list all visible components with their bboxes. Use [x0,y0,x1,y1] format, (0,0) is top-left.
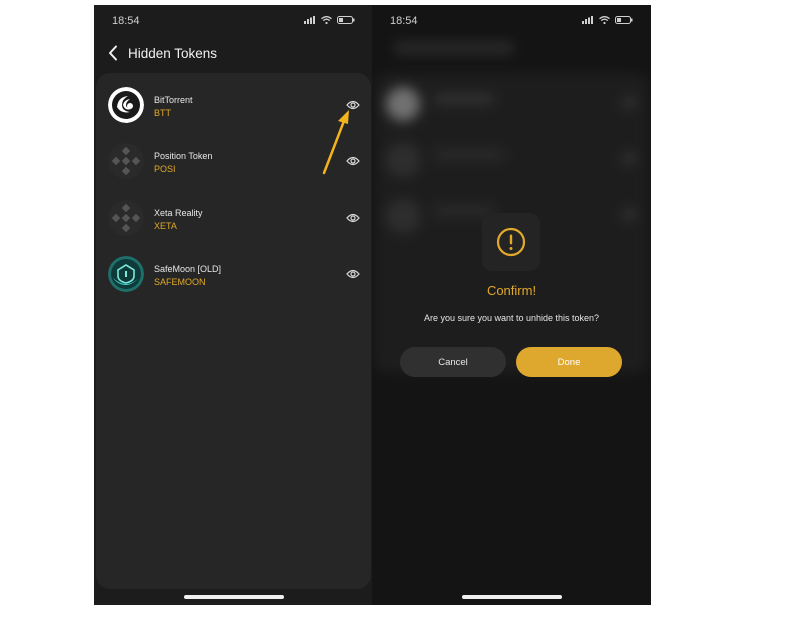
eye-icon[interactable] [346,99,360,111]
dialog-title: Confirm! [486,283,537,298]
home-indicator [184,595,284,599]
confirm-unhide-screen: 18:54 Confirm! Are you sure you want to … [372,5,651,605]
nav-header: Hidden Tokens [108,41,217,65]
token-symbol: SAFEMOON [154,277,206,287]
status-bar: 18:54 [112,15,355,29]
back-chevron-icon[interactable] [108,45,118,61]
binance-logo [108,143,144,179]
battery-icon [337,16,355,24]
token-symbol: POSI [154,164,176,174]
token-name: Xeta Reality [154,208,203,218]
token-row[interactable]: SafeMoon [OLD] SAFEMOON [96,249,371,299]
token-row[interactable]: BitTorrent BTT [96,80,371,130]
page-title: Hidden Tokens [128,45,218,61]
wifi-icon [321,16,332,24]
warning-tile [482,213,540,271]
token-name: SafeMoon [OLD] [154,264,222,274]
hidden-tokens-screen: 18:54 Hidden Tokens BitTorrent BTT Posit… [94,5,373,605]
eye-icon[interactable] [346,268,360,280]
done-button[interactable]: Done [516,347,622,377]
token-row[interactable]: Position Token POSI [96,136,371,186]
bittorrent-logo [108,87,144,123]
status-time: 18:54 [112,15,140,27]
token-symbol: XETA [154,221,177,231]
binance-logo [108,200,144,236]
cancel-button[interactable]: Cancel [400,347,506,377]
blurred-background [372,5,651,605]
token-name: Position Token [154,151,213,161]
dialog-message: Are you sure you want to unhide this tok… [423,313,600,323]
eye-icon[interactable] [346,155,360,167]
token-symbol: BTT [154,108,171,118]
token-list: BitTorrent BTT Position Token POSI Xeta … [96,73,371,589]
eye-icon[interactable] [346,212,360,224]
warning-icon [496,227,526,257]
home-indicator [462,595,562,599]
safemoon-logo [108,256,144,292]
screenshot-stage: 18:54 Hidden Tokens BitTorrent BTT Posit… [0,0,800,617]
token-name: BitTorrent [154,95,193,105]
signal-icon [304,16,315,24]
token-row[interactable]: Xeta Reality XETA [96,193,371,243]
